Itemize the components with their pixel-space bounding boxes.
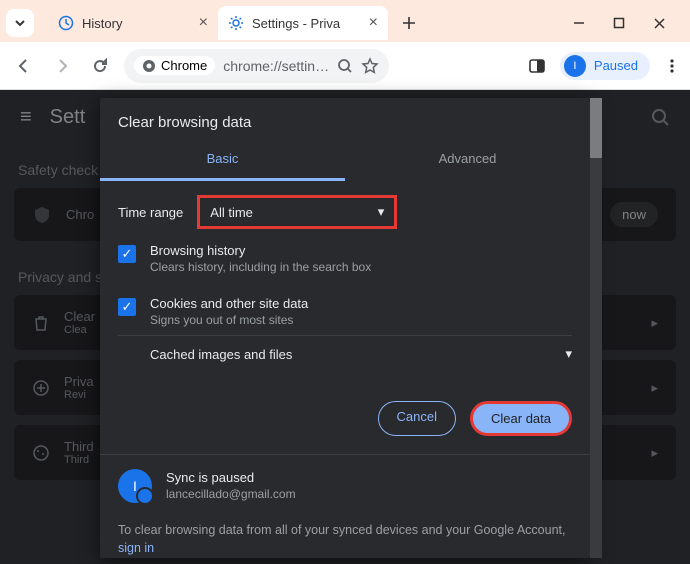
address-bar[interactable]: Chrome chrome://settin… [124,49,389,83]
minimize-icon[interactable] [570,14,588,32]
avatar: I [118,469,152,503]
cookie-icon [32,444,50,462]
chrome-chip: Chrome [134,56,215,75]
chevron-down-icon: ▾ [378,204,385,220]
option-browsing-history[interactable]: ✓ Browsing history Clears history, inclu… [118,229,572,282]
close-icon[interactable]: × [199,14,208,32]
scrollbar[interactable] [590,98,602,558]
tab-history[interactable]: History × [48,6,218,40]
dialog-title: Clear browsing data [100,98,590,139]
option-cached[interactable]: Cached images and files ▾ [118,335,572,368]
sidepanel-icon[interactable] [528,57,546,75]
tune-icon [32,379,50,397]
checkbox[interactable]: ✓ [118,298,136,316]
checkbox[interactable]: ✓ [118,245,136,263]
tab-label: History [82,16,122,31]
profile-chip[interactable]: I Paused [560,52,650,80]
kebab-icon[interactable] [664,58,680,74]
chevron-right-icon: ▸ [651,315,658,331]
clear-data-dialog: Clear browsing data Basic Advanced Time … [100,98,590,558]
sync-note: To clear browsing data from all of your … [100,517,590,559]
cancel-button[interactable]: Cancel [378,401,456,436]
tab-search-button[interactable] [6,9,34,37]
search-icon[interactable] [650,107,670,127]
clear-data-button[interactable]: Clear data [470,401,572,436]
shield-icon [32,205,52,225]
check-now-button[interactable]: now [610,202,658,227]
chevron-right-icon: ▸ [651,380,658,396]
time-range-label: Time range [118,205,183,220]
option-cookies[interactable]: ✓ Cookies and other site data Signs you … [118,282,572,335]
maximize-icon[interactable] [610,14,628,32]
reload-button[interactable] [86,52,114,80]
url-text: chrome://settin… [223,58,329,74]
page-title: Sett [50,106,86,129]
chevron-down-icon: ▾ [565,346,572,362]
chrome-icon [142,59,156,73]
zoom-icon[interactable] [337,58,353,74]
back-button[interactable] [10,52,38,80]
new-tab-button[interactable] [394,8,424,38]
menu-icon[interactable]: ≡ [20,106,32,129]
scroll-thumb[interactable] [590,98,602,158]
time-range-select[interactable]: All time ▾ [197,195,397,229]
paused-label: Paused [594,58,638,73]
sync-status: Sync is paused [166,470,296,485]
gear-icon [228,15,244,31]
chevron-right-icon: ▸ [651,445,658,461]
avatar: I [564,55,586,77]
close-window-icon[interactable] [650,14,668,32]
history-icon [58,15,74,31]
tab-advanced[interactable]: Advanced [345,139,590,181]
star-icon[interactable] [361,57,379,75]
forward-button[interactable] [48,52,76,80]
tab-basic[interactable]: Basic [100,139,345,181]
sync-email: lancecillado@gmail.com [166,487,296,501]
trash-icon [32,314,50,332]
tab-label: Settings - Priva [252,16,340,31]
close-icon[interactable]: × [369,14,378,32]
tab-settings[interactable]: Settings - Priva × [218,6,388,40]
sign-in-link[interactable]: sign in [118,541,154,555]
